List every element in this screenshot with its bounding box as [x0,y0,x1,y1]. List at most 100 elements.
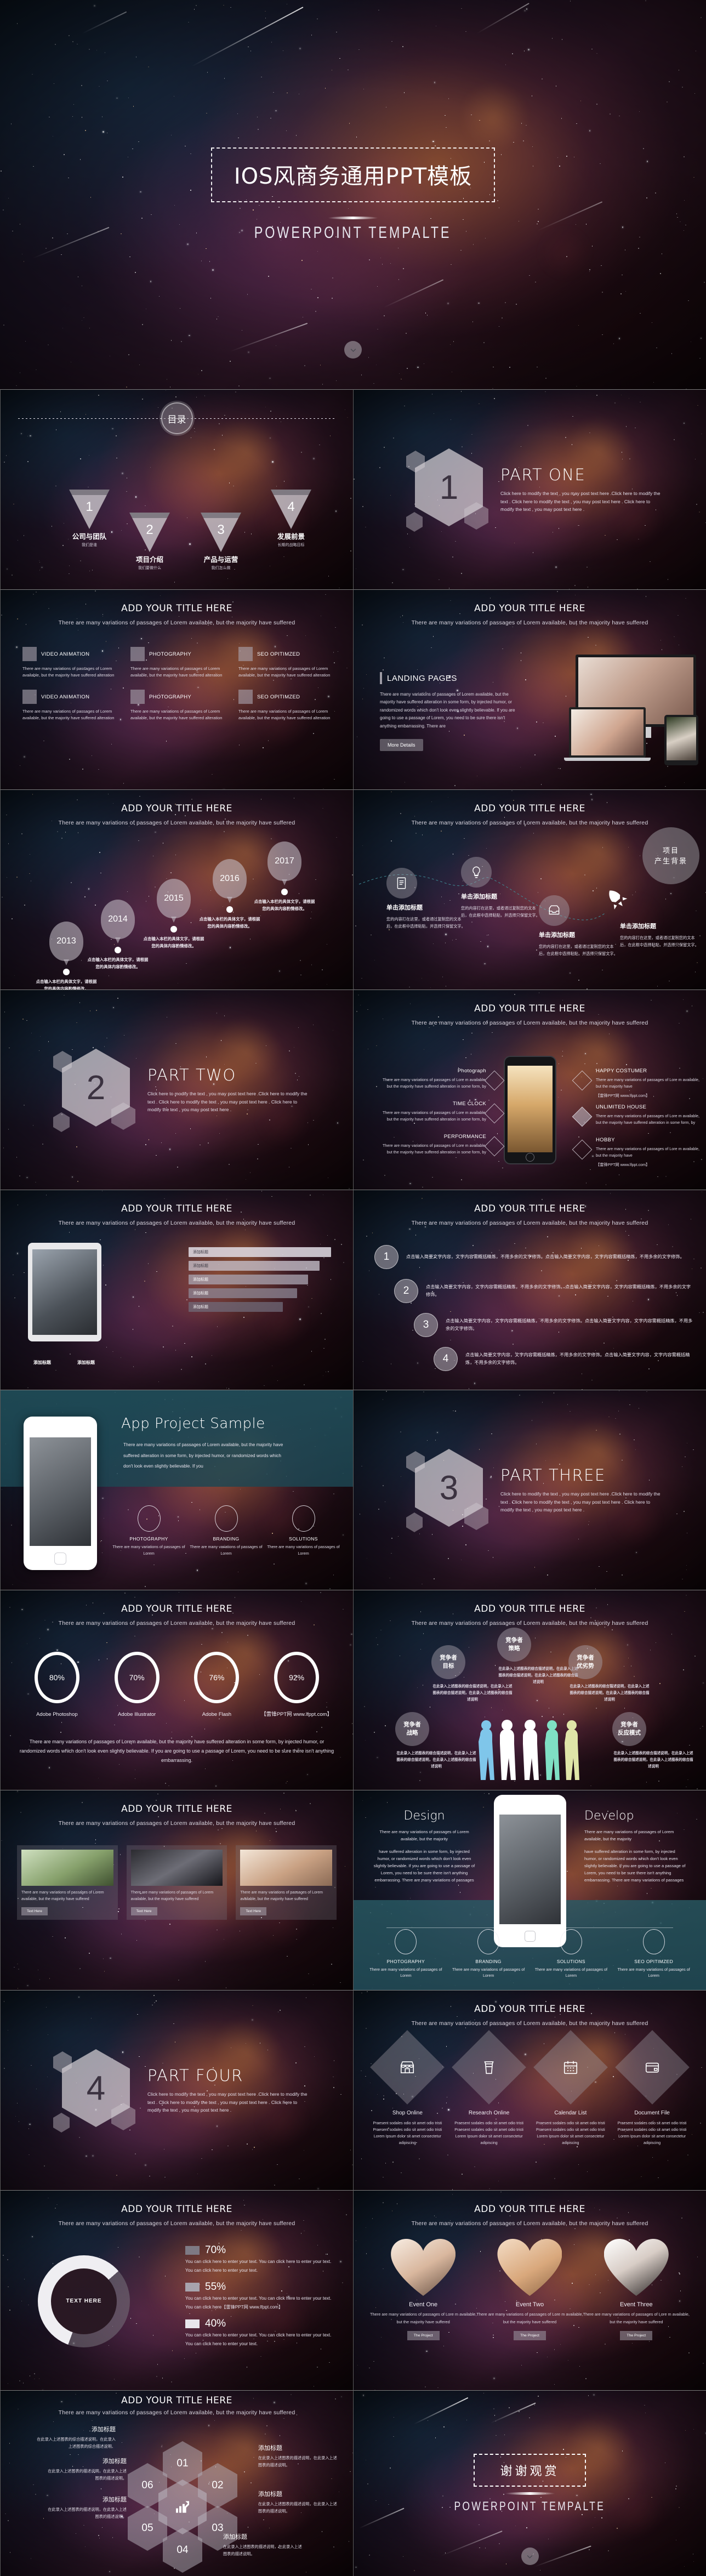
honeycomb-label[interactable]: 添加标题 在此录入上述图表的描述说明，在此录入上述图表的描述说明。 [223,2532,305,2558]
chevron-down-icon[interactable] [344,341,362,359]
skill-item[interactable]: 80% Adobe Photoshop [17,1652,97,1719]
project-button[interactable]: The Project [514,2331,546,2341]
event-item[interactable]: Event Three There are many variations of… [583,2239,690,2341]
slide-part-two[interactable]: 2 PART TWO Click here to modify the text… [0,990,353,1190]
dd-column[interactable]: BRANDING There are many variations of pa… [447,1929,530,1979]
slide-cover[interactable]: IOS风商务通用PPT模板 POWERPOINT TEMPALTE [0,0,706,389]
gallery-card[interactable]: There are many variations of passages of… [17,1845,118,1920]
toc-item-4[interactable]: 4 发展前景 长期的战略目标 [258,490,324,548]
slide-project-background[interactable]: ADD YOUR TITLE HERE There are many varia… [353,789,706,990]
list-item[interactable]: 4 点击输入简要文字内容，文字内容需概括精炼，不用多余的文字修饰。点击输入简要文… [434,1347,693,1371]
diamond-item[interactable]: Research Online Praesent sodales odio si… [448,2030,530,2147]
slide-gallery-cards[interactable]: ADD YOUR TITLE HERE There are many varia… [0,1790,353,1990]
hex-cell-01[interactable]: 01 [163,2441,202,2486]
project-button[interactable]: The Project [407,2331,440,2341]
honeycomb-label[interactable]: 添加标题 在此录入上述图表的描述说明，在此录入上述图表的描述说明。 [258,2489,340,2515]
dd-column[interactable]: SOLUTIONS There are many variations of p… [530,1929,613,1979]
app-column[interactable]: SOLUTIONS There are many variations of p… [265,1505,342,1556]
timeline-item[interactable]: 2015 点击输入本栏的具体文字，请根据您的具体内容酌情修改。 [142,879,206,949]
gallery-card[interactable]: There are many variations of passages of… [126,1845,227,1920]
competitor-item[interactable]: 竞争者 战略 在此录入上述图表的综合描述说明，在此录入上述图表的综合描述说明，在此… [395,1712,477,1770]
competitor-item[interactable]: 竞争者 策略 在此录入上述图表的综合描述说明，在此录入上述图表的综合描述说明，在此… [497,1628,579,1686]
feature-item[interactable]: SEO OPITIMZED There are many variations o… [238,690,333,721]
slide-six-features[interactable]: ADD YOUR TITLE HERE There are many varia… [0,589,353,789]
app-column[interactable]: PHOTOGRAPHY There are many variations of… [110,1505,187,1556]
toc-item-1[interactable]: 1 公司与团队 我们是谁 [56,490,122,548]
event-item[interactable]: Event One There are many variations of p… [370,2239,476,2341]
feature-item[interactable]: VIDEO ANIMATION There are many variations… [22,647,117,679]
process-step[interactable]: 单击添加标题 您的内容打在这里，或者通过复制您的文本后，在此框中选择粘贴，并选择… [461,857,543,919]
feature-item[interactable]: PHOTOGRAPHY There are many variations of … [130,690,225,721]
diamond-item[interactable]: Calendar List Praesent sodales odio sit … [530,2030,612,2147]
dd-column[interactable]: SEO OPITIMZED There are many variations … [612,1929,695,1979]
slide-phone-features[interactable]: ADD YOUR TITLE HERE There are many varia… [353,990,706,1190]
timeline-item[interactable]: 2014 点击输入本栏的具体文字，请根据您的具体内容酌情修改。 [86,900,150,970]
feature-item[interactable]: HAPPY COSTUMER There are many variations… [596,1068,703,1099]
bar-row[interactable]: 添加标题 [189,1288,297,1298]
list-item[interactable]: 2 点击输入简要文字内容，文字内容需概括精炼，不用多余的文字修饰。点击输入简要文… [394,1279,693,1303]
slide-tablet-bars[interactable]: ADD YOUR TITLE HERE There are many varia… [0,1190,353,1390]
slide-table-of-contents[interactable]: 目录 1 公司与团队 我们是谁 2 项目介绍 我们要做什么 3 产品与运营 我们… [0,389,353,589]
gallery-card[interactable]: There are many variations of passages of… [236,1845,337,1920]
skill-item[interactable]: 92% 【雷锋PPT网 www.lfppt.com】 [257,1652,337,1719]
timeline-item[interactable]: 2017 点击输入本栏的具体文字，请根据您的具体内容酌情修改。 [253,841,316,912]
honeycomb-label[interactable]: 添加标题 在此录入上述图表的描述说明，在此录入上述图表的描述说明。 [44,2495,127,2521]
slide-events[interactable]: ADD YOUR TITLE HERE There are many varia… [353,2190,706,2390]
feature-item[interactable]: VIDEO ANIMATION There are many variations… [22,690,117,721]
slide-part-one[interactable]: 1 PART ONE Click here to modify the text… [353,389,706,589]
card-button[interactable]: Text Here [21,1907,48,1915]
honeycomb-label[interactable]: 添加标题 在此录入上述图表的描述说明，在此录入上述图表的描述说明。 [44,2456,127,2482]
legend-item[interactable]: 55% You can click here to enter your tex… [185,2281,339,2312]
slide-donut-chart[interactable]: ADD YOUR TITLE HERE There are many varia… [0,2190,353,2390]
feature-item[interactable]: UNLIMITED HOUSE There are many variation… [596,1104,703,1126]
skill-item[interactable]: 70% Adobe Illustrator [97,1652,177,1719]
slide-skill-percentages[interactable]: ADD YOUR TITLE HERE There are many varia… [0,1590,353,1790]
slide-diamond-icons[interactable]: ADD YOUR TITLE HERE There are many varia… [353,1990,706,2190]
legend-item[interactable]: 40% You can click here to enter your tex… [185,2318,339,2349]
list-item[interactable]: 3 点击输入简要文字内容，文字内容需概括精炼，不用多余的文字修饰。点击输入简要文… [414,1313,693,1337]
diamond-item[interactable]: Document File Praesent sodales odio sit … [611,2030,693,2147]
toc-item-3[interactable]: 3 产品与运营 我们怎么做 [188,513,254,571]
app-column[interactable]: BRANDING There are many variations of pa… [187,1505,265,1556]
competitor-item[interactable]: 竞争者 反应模式 在此录入上述图表的综合描述说明，在此录入上述图表的综合描述说明，… [612,1712,694,1770]
card-button[interactable]: Text Here [130,1907,157,1915]
skill-item[interactable]: 76% Adobe Flash [177,1652,257,1719]
legend-item[interactable]: 70% You can click here to enter your tex… [185,2244,339,2276]
feature-item[interactable]: PERFORMANCE There are many variations of… [379,1134,486,1156]
dd-column[interactable]: PHOTOGRAPHY There are many variations of… [365,1929,447,1979]
feature-item[interactable]: SEO OPITIMZED There are many variations o… [238,647,333,679]
slide-part-four[interactable]: 4 PART FOUR Click here to modify the tex… [0,1990,353,2190]
toc-item-2[interactable]: 2 项目介绍 我们要做什么 [117,513,183,571]
slide-competitor-analysis[interactable]: ADD YOUR TITLE HERE There are many varia… [353,1590,706,1790]
feature-item[interactable]: PHOTOGRAPHY There are many variations of … [130,647,225,679]
slide-honeycomb[interactable]: ADD YOUR TITLE HERE There are many varia… [0,2390,353,2576]
diamond-item[interactable]: Shop Online Praesent sodales odio sit am… [367,2030,448,2147]
feature-item[interactable]: Photograph There are many variations of … [379,1068,486,1090]
bar-row[interactable]: 添加标题 [189,1302,283,1312]
process-step[interactable]: 单击添加标题 您的内容打在这里，或者通过复制您的文本后，在此框中选择粘贴，并选择… [386,868,469,930]
feature-item[interactable]: TIME CLOCK There are many variations of … [379,1101,486,1123]
chevron-down-icon[interactable] [521,2547,539,2565]
event-item[interactable]: Event Two There are many variations of p… [476,2239,583,2341]
bar-row[interactable]: 添加标题 [189,1275,309,1284]
timeline-item[interactable]: 2016 点击输入本栏的具体文字，请根据您的具体内容酌情修改。 [198,859,261,930]
feature-item[interactable]: HOBBY There are many variations of passa… [596,1137,703,1168]
bar-row[interactable]: 添加标题 [189,1261,320,1271]
slide-landing-pages[interactable]: ADD YOUR TITLE HERE There are many varia… [353,589,706,789]
project-button[interactable]: The Project [620,2331,653,2341]
hex-cell-04[interactable]: 04 [163,2528,202,2573]
list-item[interactable]: 1 点击输入简要文字内容，文字内容需概括精炼，不用多余的文字修饰。点击输入简要文… [374,1245,693,1269]
slide-numbered-list[interactable]: ADD YOUR TITLE HERE There are many varia… [353,1190,706,1390]
slide-thank-you[interactable]: 谢谢观赏 POWERPOINT TEMPALTE [353,2390,706,2576]
slide-app-project-sample[interactable]: App Project Sample There are many variat… [0,1390,353,1590]
more-details-button[interactable]: More Details [380,738,423,751]
slide-design-develop[interactable]: Design There are many variations of pass… [353,1790,706,1990]
competitor-item[interactable]: 竞争者 优劣势 在此录入上述图表的综合描述说明，在此录入上述图表的综合描述说明，在… [568,1645,651,1703]
slide-timeline[interactable]: ADD YOUR TITLE HERE There are many varia… [0,789,353,990]
honeycomb-label[interactable]: 添加标题 在此录入上述图表的综合描述说明，在此录入上述图表的综合描述说明、 [33,2425,116,2450]
slide-part-three[interactable]: 3 PART THREE Click here to modify the te… [353,1390,706,1590]
honeycomb-label[interactable]: 添加标题 在此录入上述图表的描述说明，在此录入上述图表的描述说明。 [258,2443,340,2469]
card-button[interactable]: Text Here [240,1907,267,1915]
process-step[interactable]: 单击添加标题 您的内容打在这里，或者通过复制您的文本后，在此框中选择粘贴，并选择… [620,917,702,949]
bar-row[interactable]: 添加标题 [189,1247,331,1257]
